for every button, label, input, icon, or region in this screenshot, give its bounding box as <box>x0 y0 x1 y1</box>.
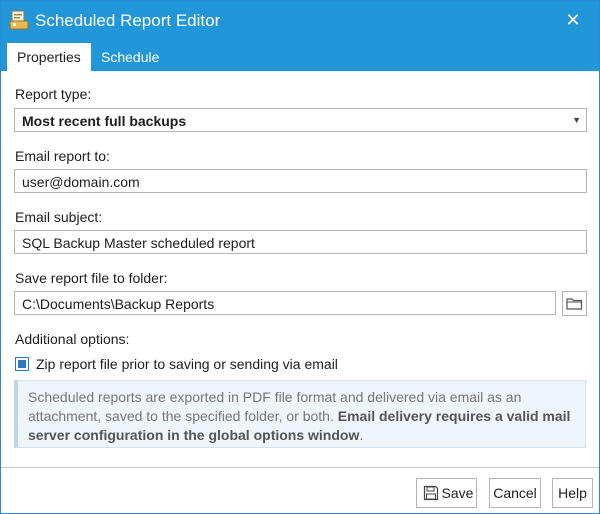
info-text: Scheduled reports are exported in PDF fi… <box>28 388 578 445</box>
tab-properties[interactable]: Properties <box>7 43 91 71</box>
additional-options-label: Additional options: <box>15 331 130 347</box>
chevron-down-icon: ▼ <box>572 115 581 125</box>
email-to-label: Email report to: <box>15 148 110 164</box>
report-type-select[interactable]: Most recent full backups ▼ <box>14 108 587 132</box>
help-button-label: Help <box>558 485 587 501</box>
report-type-label: Report type: <box>15 86 92 102</box>
floppy-disk-icon <box>423 485 439 501</box>
email-subject-label: Email subject: <box>15 209 103 225</box>
info-box: Scheduled reports are exported in PDF fi… <box>14 380 586 448</box>
title-bar: Scheduled Report Editor ✕ Properties Sch… <box>1 1 599 71</box>
email-to-field[interactable]: user@domain.com <box>14 169 587 193</box>
info-text-end: . <box>359 427 364 443</box>
folder-label: Save report file to folder: <box>15 270 168 286</box>
folder-icon <box>566 298 583 310</box>
zip-checkbox-label[interactable]: Zip report file prior to saving or sendi… <box>36 355 338 373</box>
folder-path-value: C:\Documents\Backup Reports <box>22 296 215 312</box>
email-subject-value: SQL Backup Master scheduled report <box>22 235 255 251</box>
zip-checkbox[interactable] <box>15 357 29 371</box>
cancel-button[interactable]: Cancel <box>489 478 541 508</box>
close-button[interactable]: ✕ <box>559 7 587 33</box>
report-app-icon <box>9 10 29 30</box>
dialog-window: Scheduled Report Editor ✕ Properties Sch… <box>0 0 600 514</box>
email-to-value: user@domain.com <box>22 174 140 190</box>
report-type-value: Most recent full backups <box>22 113 187 129</box>
save-button[interactable]: Save <box>416 478 477 508</box>
tab-schedule[interactable]: Schedule <box>91 43 169 71</box>
folder-path-field[interactable]: C:\Documents\Backup Reports <box>14 291 556 315</box>
checkbox-check-mark <box>18 360 26 368</box>
window-title: Scheduled Report Editor <box>35 11 221 30</box>
help-button[interactable]: Help <box>552 478 593 508</box>
email-subject-field[interactable]: SQL Backup Master scheduled report <box>14 230 587 254</box>
cancel-button-label: Cancel <box>493 485 537 501</box>
properties-panel: Report type: Most recent full backups ▼ … <box>1 71 599 468</box>
browse-folder-button[interactable] <box>562 291 587 316</box>
